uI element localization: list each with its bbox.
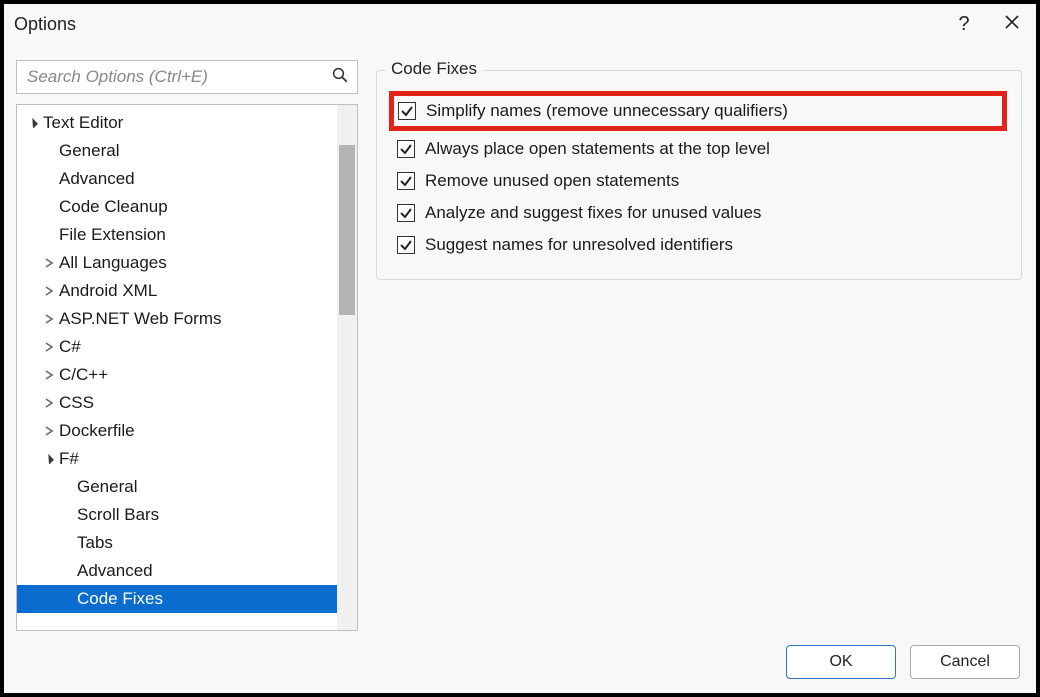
tree-item-fsharp-code-fixes[interactable]: Code Fixes bbox=[17, 585, 337, 613]
expand-right-icon bbox=[43, 397, 55, 409]
dialog-footer: OK Cancel bbox=[4, 631, 1036, 693]
tree-label: CSS bbox=[59, 393, 94, 413]
option-label: Simplify names (remove unnecessary quali… bbox=[426, 101, 788, 121]
close-button[interactable] bbox=[988, 4, 1036, 44]
search-box[interactable] bbox=[16, 60, 358, 94]
tree-label: ASP.NET Web Forms bbox=[59, 309, 222, 329]
option-simplify-names[interactable]: Simplify names (remove unnecessary quali… bbox=[389, 91, 1007, 131]
tree-label: Scroll Bars bbox=[77, 505, 159, 525]
expand-right-icon bbox=[43, 425, 55, 437]
tree-item-dockerfile[interactable]: Dockerfile bbox=[17, 417, 337, 445]
window-title: Options bbox=[14, 14, 76, 35]
ok-button[interactable]: OK bbox=[786, 645, 896, 679]
search-icon bbox=[331, 66, 349, 89]
tree-label: Dockerfile bbox=[59, 421, 135, 441]
tree-label: Advanced bbox=[59, 169, 135, 189]
right-panel: Code Fixes Simplify names (remove unnece… bbox=[376, 60, 1022, 631]
tree-item-aspnet-web-forms[interactable]: ASP.NET Web Forms bbox=[17, 305, 337, 333]
option-label: Suggest names for unresolved identifiers bbox=[425, 235, 733, 255]
tree-label: General bbox=[59, 141, 119, 161]
tree-item-code-cleanup[interactable]: Code Cleanup bbox=[17, 193, 337, 221]
left-panel: Text Editor General Advanced Code Cleanu… bbox=[16, 60, 358, 631]
options-dialog: Options ? bbox=[4, 4, 1036, 693]
checkbox-icon[interactable] bbox=[397, 236, 415, 254]
tree-label: F# bbox=[59, 449, 79, 469]
scrollbar-thumb[interactable] bbox=[339, 145, 355, 315]
checkbox-icon[interactable] bbox=[398, 102, 416, 120]
option-remove-unused-open[interactable]: Remove unused open statements bbox=[393, 165, 1005, 197]
tree-item-android-xml[interactable]: Android XML bbox=[17, 277, 337, 305]
help-button[interactable]: ? bbox=[940, 4, 988, 44]
checkbox-icon[interactable] bbox=[397, 204, 415, 222]
tree-item-fsharp[interactable]: F# bbox=[17, 445, 337, 473]
tree-label: All Languages bbox=[59, 253, 167, 273]
option-unresolved-identifiers[interactable]: Suggest names for unresolved identifiers bbox=[393, 229, 1005, 261]
search-input[interactable] bbox=[27, 67, 331, 87]
tree-label: Advanced bbox=[77, 561, 153, 581]
tree-item-fsharp-general[interactable]: General bbox=[17, 473, 337, 501]
tree-item-all-languages[interactable]: All Languages bbox=[17, 249, 337, 277]
tree-item-fsharp-advanced[interactable]: Advanced bbox=[17, 557, 337, 585]
tree-item-cpp[interactable]: C/C++ bbox=[17, 361, 337, 389]
option-label: Remove unused open statements bbox=[425, 171, 679, 191]
titlebar: Options ? bbox=[4, 4, 1036, 44]
group-legend: Code Fixes bbox=[385, 59, 483, 79]
tree-item-file-extension[interactable]: File Extension bbox=[17, 221, 337, 249]
tree-item-text-editor[interactable]: Text Editor bbox=[17, 109, 337, 137]
option-unused-values[interactable]: Analyze and suggest fixes for unused val… bbox=[393, 197, 1005, 229]
tree-label: Text Editor bbox=[43, 113, 123, 133]
close-icon bbox=[1004, 14, 1020, 35]
tree-item-advanced[interactable]: Advanced bbox=[17, 165, 337, 193]
tree-label: C/C++ bbox=[59, 365, 108, 385]
tree-label: Android XML bbox=[59, 281, 157, 301]
scrollbar[interactable] bbox=[337, 105, 357, 630]
expand-down-icon bbox=[27, 117, 39, 129]
help-icon: ? bbox=[958, 13, 969, 36]
tree-item-css[interactable]: CSS bbox=[17, 389, 337, 417]
expand-right-icon bbox=[43, 313, 55, 325]
tree-label: Code Cleanup bbox=[59, 197, 168, 217]
option-open-top-level[interactable]: Always place open statements at the top … bbox=[393, 133, 1005, 165]
expand-down-icon bbox=[43, 453, 55, 465]
tree-label: File Extension bbox=[59, 225, 166, 245]
code-fixes-group: Code Fixes Simplify names (remove unnece… bbox=[376, 70, 1022, 280]
expand-right-icon bbox=[43, 285, 55, 297]
tree-item-fsharp-scroll-bars[interactable]: Scroll Bars bbox=[17, 501, 337, 529]
tree-item-general[interactable]: General bbox=[17, 137, 337, 165]
tree-label: Code Fixes bbox=[77, 589, 163, 609]
option-label: Always place open statements at the top … bbox=[425, 139, 770, 159]
tree-item-csharp[interactable]: C# bbox=[17, 333, 337, 361]
expand-right-icon bbox=[43, 369, 55, 381]
tree-label: General bbox=[77, 477, 137, 497]
option-label: Analyze and suggest fixes for unused val… bbox=[425, 203, 761, 223]
checkbox-icon[interactable] bbox=[397, 172, 415, 190]
tree-item-fsharp-tabs[interactable]: Tabs bbox=[17, 529, 337, 557]
cancel-button[interactable]: Cancel bbox=[910, 645, 1020, 679]
tree-view[interactable]: Text Editor General Advanced Code Cleanu… bbox=[16, 104, 358, 631]
tree-label: Tabs bbox=[77, 533, 113, 553]
checkbox-icon[interactable] bbox=[397, 140, 415, 158]
tree-label: C# bbox=[59, 337, 81, 357]
expand-right-icon bbox=[43, 257, 55, 269]
expand-right-icon bbox=[43, 341, 55, 353]
